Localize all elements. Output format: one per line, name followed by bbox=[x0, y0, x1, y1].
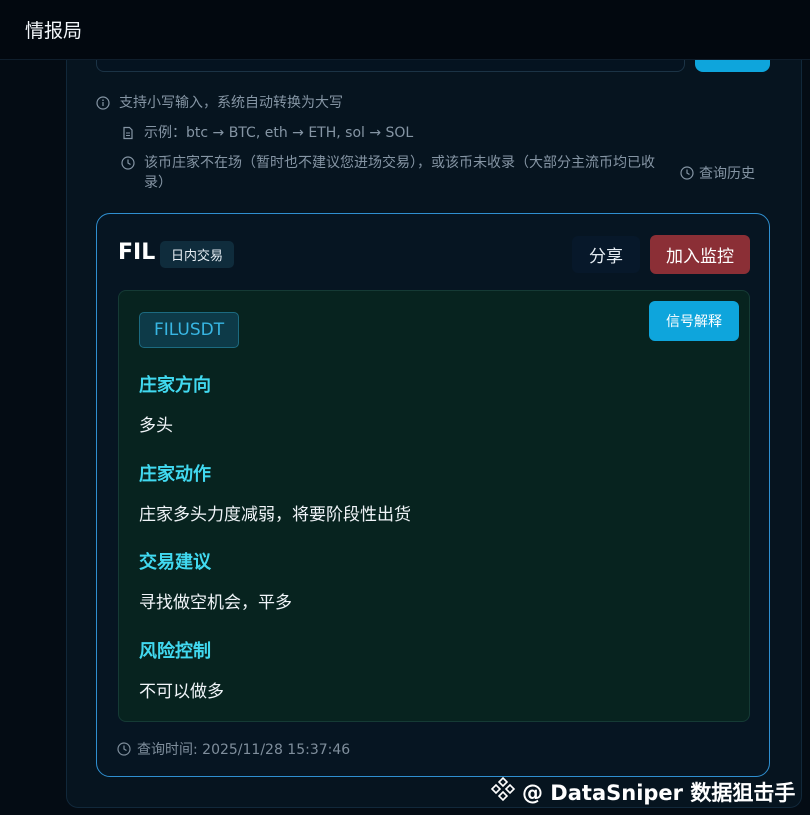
share-button[interactable]: 分享 bbox=[572, 236, 640, 273]
info-icon bbox=[96, 96, 110, 110]
coin-symbol: FIL bbox=[118, 240, 156, 265]
signal-explain-button[interactable]: 信号解释 bbox=[649, 301, 739, 341]
section-title-action: 庄家动作 bbox=[139, 464, 211, 485]
hint-text: 该币庄家不在场（暂时也不建议您进场交易），或该币未收录（大部分主流币均已收录） bbox=[144, 155, 655, 191]
signal-box: FILUSDT 信号解释 庄家方向 多头 庄家动作 庄家多头力度减弱，将要阶段性… bbox=[118, 290, 750, 722]
section-value-risk: 不可以做多 bbox=[139, 682, 224, 702]
hint-example: 示例：btc → BTC, eth → ETH, sol → SOL bbox=[121, 123, 413, 143]
section-value-advice: 寻找做空机会，平多 bbox=[139, 593, 292, 613]
document-icon bbox=[121, 126, 135, 140]
clock-icon bbox=[121, 156, 135, 170]
query-time: 查询时间: 2025/11/28 15:37:46 bbox=[117, 739, 350, 759]
section-value-direction: 多头 bbox=[139, 416, 173, 436]
watermark: @ DataSniper 数据狙击手 bbox=[490, 776, 795, 807]
section-value-action: 庄家多头力度减弱，将要阶段性出货 bbox=[139, 505, 411, 525]
hint-absent: 该币庄家不在场（暂时也不建议您进场交易），或该币未收录（大部分主流币均已收录） bbox=[121, 153, 671, 193]
hint-text: 支持小写输入，系统自动转换为大写 bbox=[119, 95, 343, 111]
clock-icon bbox=[117, 742, 131, 756]
trade-mode-badge: 日内交易 bbox=[160, 241, 235, 268]
add-monitor-button[interactable]: 加入监控 bbox=[650, 235, 750, 274]
section-title-risk: 风险控制 bbox=[139, 641, 211, 662]
watermark-logo-icon bbox=[490, 776, 516, 807]
trading-pair-tag: FILUSDT bbox=[139, 312, 240, 348]
result-card: FIL 日内交易 分享 加入监控 FILUSDT 信号解释 庄家方向 多头 庄家… bbox=[96, 213, 770, 777]
section-title-advice: 交易建议 bbox=[139, 552, 211, 573]
query-history-link[interactable]: 查询历史 bbox=[680, 163, 755, 183]
watermark-text: @ DataSniper 数据狙击手 bbox=[522, 780, 796, 805]
history-label: 查询历史 bbox=[699, 166, 755, 182]
clock-icon bbox=[680, 166, 694, 180]
query-time-text: 查询时间: 2025/11/28 15:37:46 bbox=[137, 742, 351, 758]
hint-lowercase: 支持小写输入，系统自动转换为大写 bbox=[96, 93, 343, 113]
hint-text: 示例：btc → BTC, eth → ETH, sol → SOL bbox=[144, 125, 414, 141]
app-title: 情报局 bbox=[25, 20, 83, 42]
section-title-direction: 庄家方向 bbox=[139, 375, 211, 396]
top-bar: 情报局 bbox=[0, 0, 810, 60]
